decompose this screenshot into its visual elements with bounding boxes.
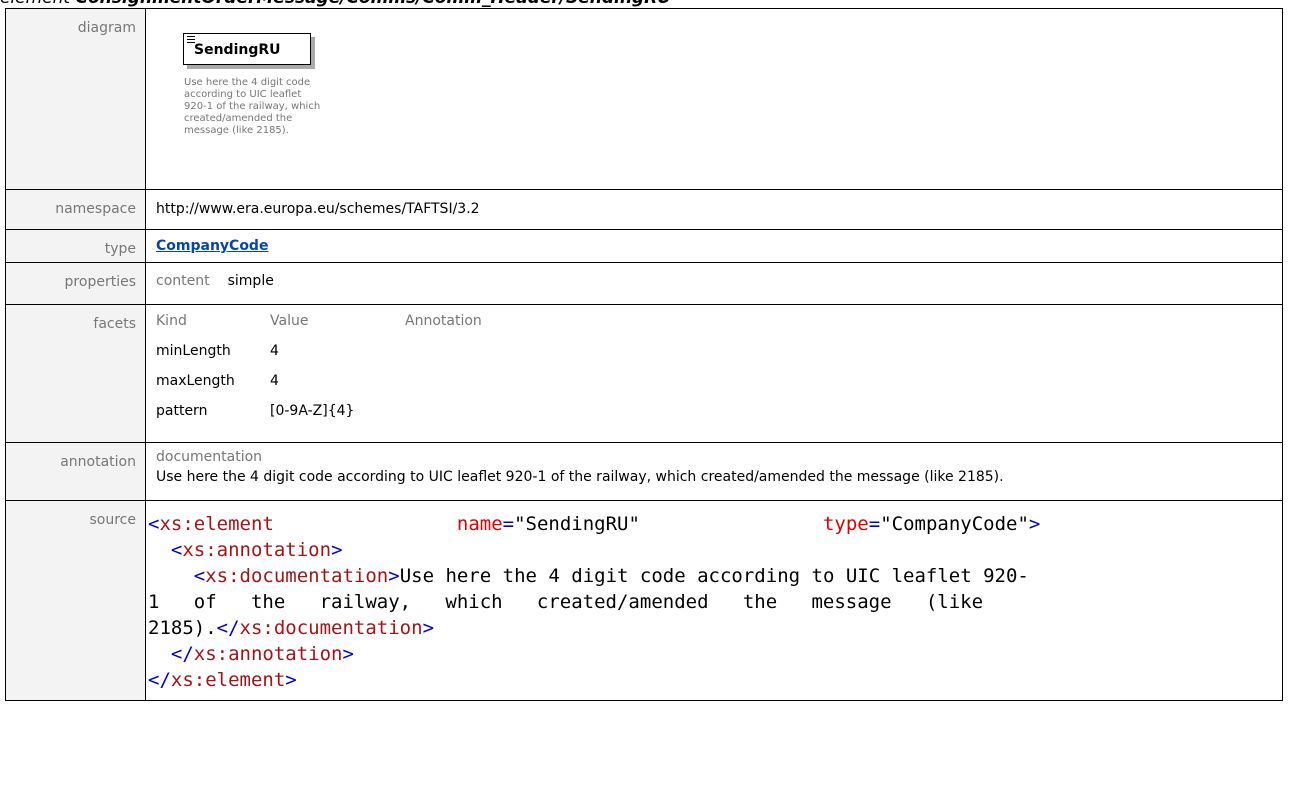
annotation-text: Use here the 4 digit code according to U… bbox=[156, 469, 1004, 485]
type-link[interactable]: CompanyCode bbox=[156, 230, 268, 254]
type-row: type CompanyCode bbox=[5, 229, 1283, 263]
element-box-name: SendingRU bbox=[194, 42, 281, 58]
annotation-row: annotation documentation Use here the 4 … bbox=[5, 442, 1283, 501]
annotation-subheading: documentation bbox=[156, 449, 263, 465]
facet-row: minLength 4 bbox=[156, 343, 279, 359]
diagram-row: diagram SendingRU Use here the 4 digit c… bbox=[5, 8, 1283, 190]
diagram-documentation: Use here the 4 digit code according to U… bbox=[184, 77, 321, 136]
facets-label: facets bbox=[5, 304, 146, 443]
namespace-label: namespace bbox=[5, 189, 146, 230]
property-value: simple bbox=[227, 273, 274, 289]
element-box[interactable]: SendingRU bbox=[183, 33, 311, 65]
title-path: ConsignmentOrderMessage/Comms/Comm_Heade… bbox=[76, 0, 671, 8]
facet-row: pattern [0-9A-Z]{4} bbox=[156, 403, 355, 419]
source-row: source <xs:element name="SendingRU" type… bbox=[5, 500, 1283, 701]
element-doc-table: diagram SendingRU Use here the 4 digit c… bbox=[5, 8, 1283, 701]
facets-header: Kind Value Annotation bbox=[156, 313, 482, 329]
diagram-canvas: SendingRU Use here the 4 digit code acco… bbox=[156, 9, 1282, 189]
type-label: type bbox=[5, 229, 146, 263]
title-prefix: element bbox=[0, 0, 70, 8]
source-label: source bbox=[5, 500, 146, 701]
page-title: element ConsignmentOrderMessage/Comms/Co… bbox=[0, 0, 671, 8]
namespace-row: namespace http://www.era.europa.eu/schem… bbox=[5, 189, 1283, 230]
diagram-label: diagram bbox=[5, 8, 146, 190]
facets-row: facets Kind Value Annotation minLength 4… bbox=[5, 304, 1283, 443]
annotation-label: annotation bbox=[5, 442, 146, 501]
properties-label: properties bbox=[5, 262, 146, 305]
facet-row: maxLength 4 bbox=[156, 373, 279, 389]
namespace-value: http://www.era.europa.eu/schemes/TAFTSI/… bbox=[156, 201, 480, 217]
properties-row: properties content simple bbox=[5, 262, 1283, 305]
source-code: <xs:element name="SendingRU" type="Compa… bbox=[148, 513, 1041, 691]
property-key: content bbox=[156, 273, 210, 289]
